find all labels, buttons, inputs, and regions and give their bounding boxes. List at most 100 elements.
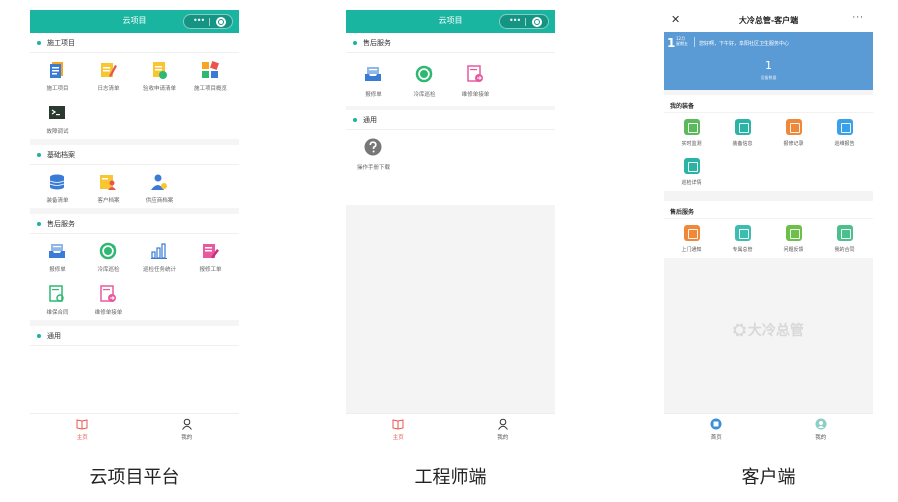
- menu-item-label: 报修单: [365, 92, 382, 98]
- menu-item-construction-project[interactable]: 施工项目: [32, 53, 83, 96]
- refresh-circle-icon: [99, 242, 117, 260]
- section-header: 施工项目: [30, 33, 239, 53]
- miniprogram-capsule[interactable]: •••: [499, 14, 549, 29]
- menu-item-feedback[interactable]: 问题反馈: [768, 219, 819, 258]
- home-icon: [710, 418, 722, 430]
- menu-item-fault-debug[interactable]: 故障调试: [32, 96, 83, 139]
- banner-day: 1: [667, 36, 676, 50]
- tab-home[interactable]: 首页: [664, 414, 769, 443]
- section-dot-icon: [353, 118, 357, 122]
- brand-watermark-text: 大冷总管: [747, 323, 804, 339]
- service-grid: 上门通知 专属总管 问题反馈 我的合同: [664, 219, 873, 258]
- menu-item-repair-accept[interactable]: 维修单接单: [450, 53, 501, 106]
- tab-label: 首页: [710, 435, 722, 441]
- caption-engineer: 工程师端: [414, 467, 487, 488]
- brand-logo-icon: ⛭: [733, 320, 746, 339]
- menu-item-label: 报修记录: [783, 141, 804, 147]
- menu-item-label: 维修单接单: [461, 92, 490, 98]
- section-label: 售后服务: [47, 220, 75, 228]
- menu-item-label: 巡检任务统计: [142, 267, 176, 273]
- title-bar: 云项目 •••: [346, 10, 555, 33]
- more-dots-icon[interactable]: •••: [509, 16, 521, 25]
- tab-mine[interactable]: 我的: [451, 414, 556, 443]
- menu-item-visit-notice[interactable]: 上门通知: [666, 219, 717, 258]
- supplier-person-icon: [151, 174, 167, 190]
- menu-grid: 施工项目 日志清单 验收申请清单 施工项目概览 故障调试: [30, 53, 239, 139]
- menu-item-label: 我的合同: [834, 247, 855, 253]
- caption-customer: 客户端: [741, 467, 796, 488]
- section-label: 基础档案: [47, 151, 75, 159]
- tab-home[interactable]: 主页: [346, 414, 451, 443]
- menu-grid: 报修单 冷库巡检 维修单接单: [346, 53, 555, 106]
- tab-label: 主页: [76, 435, 88, 441]
- menu-item-label: 问题反馈: [783, 247, 804, 253]
- menu-item-repair-work-order[interactable]: 报修工单: [185, 234, 236, 277]
- cube-icon: [735, 119, 751, 135]
- menu-item-cold-storage-inspection[interactable]: 冷库巡检: [399, 53, 450, 106]
- empty-content-area: [346, 205, 555, 413]
- title-bar: ✕ 大冷总管-客户端 ···: [664, 10, 873, 32]
- menu-item-repair-accept[interactable]: 维修单接单: [83, 277, 134, 320]
- person-icon: [181, 418, 192, 430]
- menu-item-label: 冷库巡检: [97, 267, 120, 273]
- inbox-tray-icon: [49, 244, 65, 258]
- brand-watermark: ⛭ 大冷总管: [664, 320, 873, 340]
- menu-item-cold-storage-inspection[interactable]: 冷库巡检: [83, 234, 134, 277]
- miniprogram-capsule[interactable]: •••: [183, 14, 233, 29]
- menu-item-maintenance-contract[interactable]: 维保合同: [32, 277, 83, 320]
- pencil-note-icon: [101, 63, 117, 77]
- menu-item-equipment-info[interactable]: 装备信息: [717, 113, 768, 152]
- menu-item-label: 供应商档案: [145, 198, 174, 204]
- menu-item-project-overview[interactable]: 施工项目概览: [185, 53, 236, 96]
- menu-item-repair-order[interactable]: 报修单: [32, 234, 83, 277]
- title-bar: 云项目 •••: [30, 10, 239, 33]
- close-target-icon[interactable]: [532, 17, 542, 27]
- menu-grid: 操作手册下载: [346, 130, 555, 182]
- menu-item-supplier-file[interactable]: 供应商档案: [134, 165, 185, 208]
- tab-home[interactable]: 主页: [30, 414, 135, 443]
- menu-item-acceptance-request[interactable]: 验收申请清单: [134, 53, 185, 96]
- menu-item-label: 维修单接单: [94, 310, 123, 316]
- menu-item-repair-record[interactable]: 报修记录: [768, 113, 819, 152]
- menu-item-realtime-monitor[interactable]: 实时监测: [666, 113, 717, 152]
- section-header: 售后服务: [30, 214, 239, 234]
- menu-item-manual-download[interactable]: 操作手册下载: [348, 130, 399, 182]
- menu-item-log-list[interactable]: 日志清单: [83, 53, 134, 96]
- section-header: 通用: [346, 110, 555, 130]
- menu-item-inspection-report[interactable]: 巡维报告: [819, 113, 870, 152]
- terminal-icon: [49, 106, 65, 119]
- menu-item-label: 报修单: [49, 267, 66, 273]
- menu-item-equipment-list[interactable]: 装备清单: [32, 165, 83, 208]
- menu-item-label: 报修工单: [199, 267, 222, 273]
- menu-item-inspection-detail[interactable]: 巡检详情: [666, 152, 717, 191]
- menu-item-customer-file[interactable]: 客户档案: [83, 165, 134, 208]
- document-check-icon: [153, 62, 167, 79]
- tab-mine[interactable]: 我的: [769, 414, 874, 443]
- more-icon[interactable]: ···: [852, 13, 864, 23]
- tab-label: 我的: [815, 435, 827, 441]
- close-target-icon[interactable]: [216, 17, 226, 27]
- menu-item-label: 日志清单: [97, 86, 120, 92]
- tab-label: 主页: [392, 435, 404, 441]
- menu-item-dedicated-manager[interactable]: 专属总管: [717, 219, 768, 258]
- tab-mine[interactable]: 我的: [135, 414, 240, 443]
- report-clipboard-icon: [837, 119, 853, 135]
- menu-item-label: 上门通知: [681, 247, 702, 253]
- section-header: 通用: [30, 326, 239, 346]
- banner-weekday: 星期五: [676, 41, 688, 46]
- menu-item-inspection-statistics[interactable]: 巡检任务统计: [134, 234, 185, 277]
- more-dots-icon[interactable]: •••: [193, 16, 205, 25]
- tab-label: 我的: [497, 435, 509, 441]
- menu-item-my-contract[interactable]: 我的合同: [819, 219, 870, 258]
- bottom-tab-bar: 主页 我的: [30, 413, 239, 443]
- bottom-tab-bar: 首页 我的: [664, 413, 873, 443]
- menu-item-repair-order[interactable]: 报修单: [348, 53, 399, 106]
- chat-bubble-icon: [684, 225, 700, 241]
- phone-customer: ✕ 大冷总管-客户端 ··· 1 12月 星期五 您好啊，下午好，阜阳社区卫生服务…: [664, 10, 873, 443]
- home-book-icon: [76, 419, 88, 430]
- menu-item-label: 操作手册下载: [356, 165, 390, 171]
- menu-item-label: 验收申请清单: [142, 86, 176, 92]
- section-dot-icon: [37, 153, 41, 157]
- repair-house-icon: [786, 119, 802, 135]
- banner-divider: [694, 37, 695, 47]
